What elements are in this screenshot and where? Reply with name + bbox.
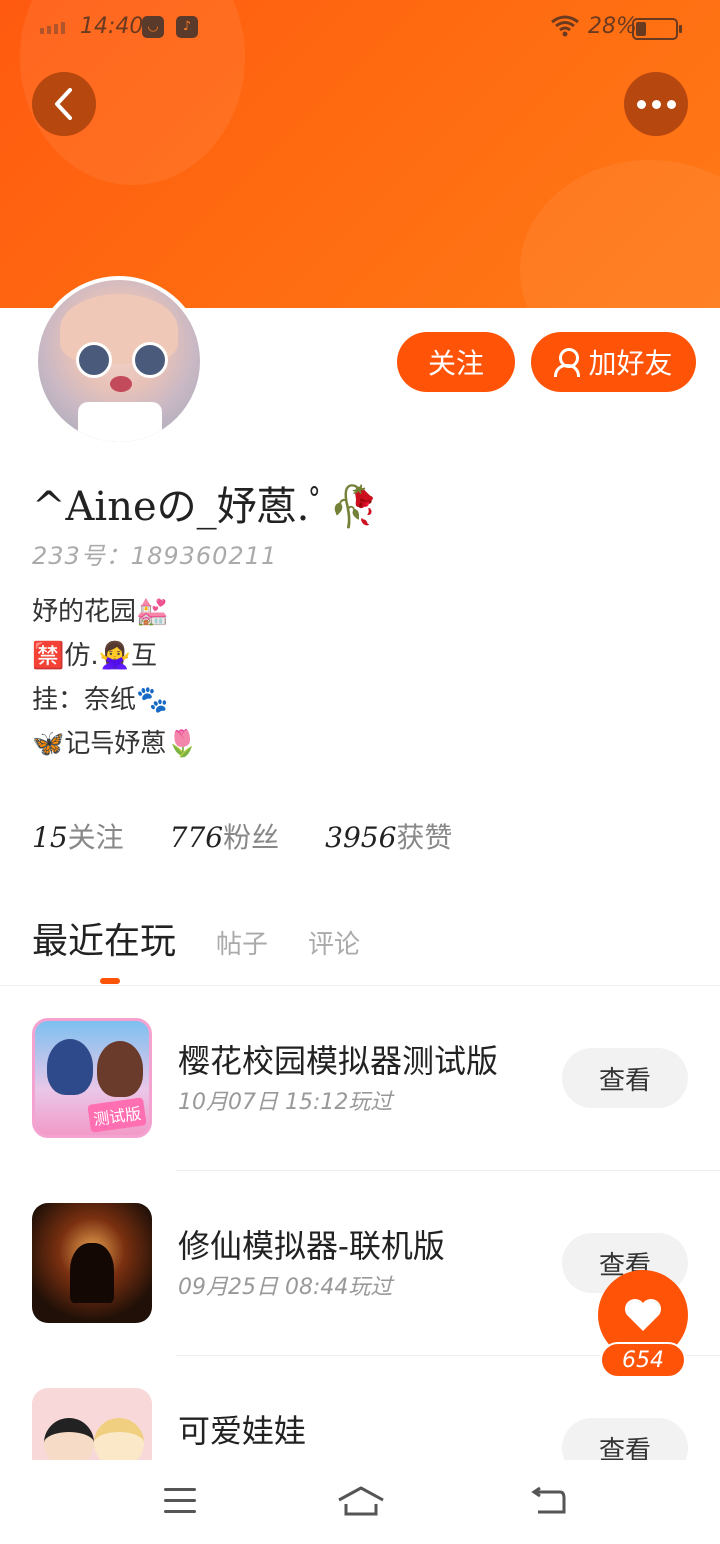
game-icon [32,1388,152,1460]
add-friend-button[interactable]: 加好友 [531,332,696,392]
more-dots-icon [636,99,676,109]
like-count: 654 [600,1342,686,1378]
heart-icon [625,1299,661,1331]
music-icon: ♪ [176,16,198,38]
back-button[interactable] [32,72,96,136]
follow-label: 关注 [427,347,484,380]
menu-icon[interactable] [164,1488,196,1521]
banner-decoration [520,160,720,308]
profile-name: ^Aineの_妤蒽.ﾟ🥀 [32,484,380,530]
stat-fans[interactable]: 776粉丝 [170,816,279,856]
status-time: 14:40 [80,14,144,39]
add-user-icon [554,348,581,377]
status-bar: 14:40 ◡ ♪ 28% [0,0,720,56]
signal-icon [40,22,65,34]
stat-following[interactable]: 15关注 [32,816,124,856]
avatar[interactable] [34,276,204,446]
game-title: 可爱娃娃 [178,1412,307,1450]
bio-line: 挂：奈纸🐾 [32,685,169,715]
battery-icon [632,18,682,40]
divider [0,985,720,986]
bio-line: 🦋记득妤蒽🌷 [32,729,199,759]
home-icon[interactable] [336,1484,386,1520]
wifi-icon [550,14,580,44]
tab-indicator [100,978,120,984]
game-icon [32,1203,152,1323]
tab-comments[interactable]: 评论 [308,924,360,961]
list-item[interactable]: 测试版 樱花校园模拟器测试版 10月07日 15:12玩过 查看 [0,1018,720,1171]
system-nav-bar [0,1460,720,1544]
bag-icon: ◡ [142,16,164,38]
profile-tabs: 最近在玩 帖子 评论 [32,912,360,964]
divider [176,1170,720,1171]
bio-line: 妤的花园💒 [32,597,169,627]
more-options-button[interactable] [624,72,688,136]
tab-recently-played[interactable]: 最近在玩 [32,912,176,964]
game-icon: 测试版 [32,1018,152,1138]
return-icon[interactable] [530,1486,568,1518]
view-button[interactable]: 查看 [562,1418,688,1460]
list-item[interactable]: 可爱娃娃 查看 [0,1388,720,1460]
game-played-time: 09月25日 08:44玩过 [178,1275,393,1300]
battery-percent: 28% [588,14,637,39]
profile-stats: 15关注 776粉丝 3956获赞 [32,816,452,856]
game-played-time: 10月07日 15:12玩过 [178,1090,393,1115]
avatar-image [38,280,200,442]
bio-line: 🈲仿.🙅‍♀️互 [32,641,158,671]
game-title: 樱花校园模拟器测试版 [178,1042,499,1080]
game-title: 修仙模拟器-联机版 [178,1227,445,1265]
stat-likes: 3956获赞 [325,821,453,854]
profile-uid: 233号：189360211 [32,542,278,570]
view-button[interactable]: 查看 [562,1048,688,1108]
tab-posts[interactable]: 帖子 [216,924,268,961]
chevron-left-icon [55,88,72,120]
profile-bio: 妤的花园💒 🈲仿.🙅‍♀️互 挂：奈纸🐾 🦋记득妤蒽🌷 [32,590,199,766]
add-friend-label: 加好友 [588,347,673,380]
follow-button[interactable]: 关注 [397,332,515,392]
